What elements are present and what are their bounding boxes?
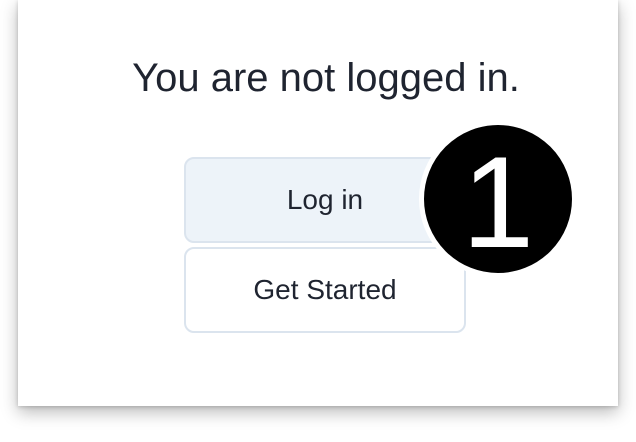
- step-number-badge: 1: [419, 120, 577, 278]
- not-logged-in-message: You are not logged in.: [132, 56, 520, 100]
- screenshot-stage: You are not logged in. Log in Get Starte…: [0, 0, 636, 442]
- get-started-button[interactable]: Get Started: [184, 247, 466, 333]
